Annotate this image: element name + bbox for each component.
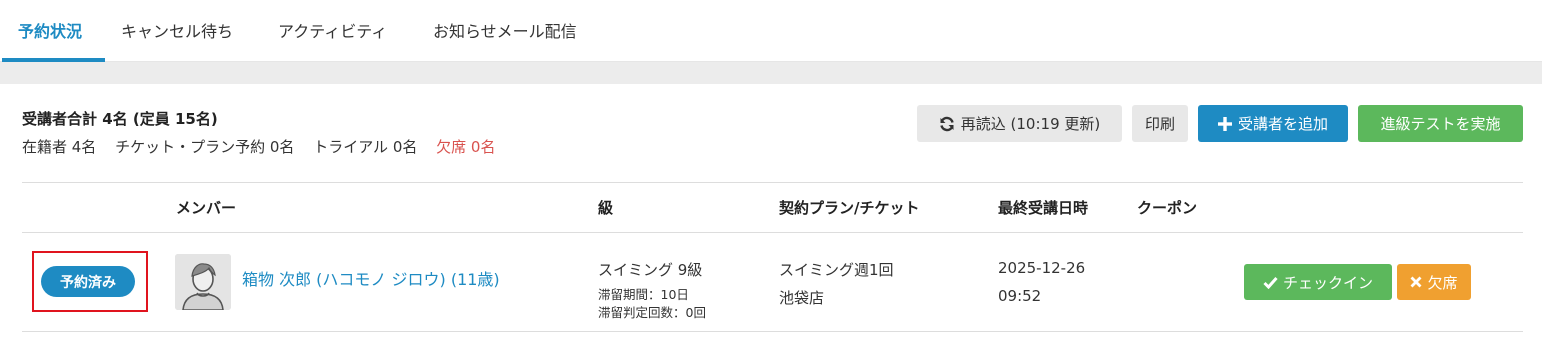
close-icon <box>1410 276 1422 288</box>
absent-label: 欠席 <box>1427 273 1458 292</box>
header-bottom-border <box>22 232 1523 233</box>
reload-button[interactable]: 再読込 (10:19 更新) <box>917 105 1122 142</box>
stay-period: 滞留期間：10日 <box>598 287 689 302</box>
last-attendance-date: 2025-12-26 <box>998 259 1086 277</box>
column-header-plan: 契約プラン/チケット <box>779 199 920 217</box>
check-icon <box>1263 276 1278 289</box>
plus-icon <box>1217 116 1232 131</box>
section-divider <box>0 62 1542 84</box>
checkin-button[interactable]: チェックイン <box>1244 264 1392 300</box>
mark-absent-button[interactable]: 欠席 <box>1397 264 1471 300</box>
avatar <box>175 254 231 310</box>
member-name-link[interactable]: 箱物 次郎 (ハコモノ ジロウ) (11歳) <box>242 266 500 290</box>
tab-bar: 予約状況 キャンセル待ち アクティビティ お知らせメール配信 <box>0 0 1542 62</box>
grade-test-label: 進級テストを実施 <box>1380 115 1501 133</box>
store-name: 池袋店 <box>779 289 825 307</box>
grade-value: スイミング 9級 <box>598 261 703 279</box>
status-badge[interactable]: 予約済み <box>41 266 135 297</box>
tab-notification-mail[interactable]: お知らせメール配信 <box>433 18 577 42</box>
person-icon <box>175 254 231 310</box>
checkin-label: チェックイン <box>1282 273 1373 292</box>
reload-label: 再読込 (10:19 更新) <box>960 115 1101 133</box>
add-attendee-button[interactable]: 受講者を追加 <box>1198 105 1348 142</box>
tab-cancel-waitlist[interactable]: キャンセル待ち <box>121 18 233 42</box>
tab-activity[interactable]: アクティビティ <box>278 18 387 42</box>
add-attendee-label: 受講者を追加 <box>1237 115 1328 133</box>
stay-judgement-count: 滞留判定回数：0回 <box>598 305 706 320</box>
tab-reservation-status[interactable]: 予約状況 <box>18 18 82 42</box>
print-button[interactable]: 印刷 <box>1132 105 1188 142</box>
trial-count: トライアル 0名 <box>313 138 418 156</box>
column-header-last-date: 最終受講日時 <box>998 199 1089 217</box>
ticket-plan-count: チケット・プラン予約 0名 <box>115 138 295 156</box>
print-label: 印刷 <box>1144 115 1175 133</box>
contract-plan: スイミング週1回 <box>779 261 894 279</box>
grade-test-button[interactable]: 進級テストを実施 <box>1358 105 1523 142</box>
enrolled-count: 在籍者 4名 <box>22 138 97 156</box>
table-top-border <box>22 182 1523 183</box>
attendee-breakdown: 在籍者 4名 チケット・プラン予約 0名 トライアル 0名 欠席 0名 <box>22 136 509 157</box>
refresh-icon <box>939 116 955 132</box>
column-header-coupon: クーポン <box>1137 199 1198 217</box>
row-bottom-border <box>22 331 1523 332</box>
column-header-member: メンバー <box>176 199 237 217</box>
attendee-total: 受講者合計 4名 (定員 15名) <box>22 110 218 128</box>
column-header-grade: 級 <box>598 199 614 217</box>
last-attendance-time: 09:52 <box>998 287 1042 305</box>
absent-count: 欠席 0名 <box>436 138 496 156</box>
